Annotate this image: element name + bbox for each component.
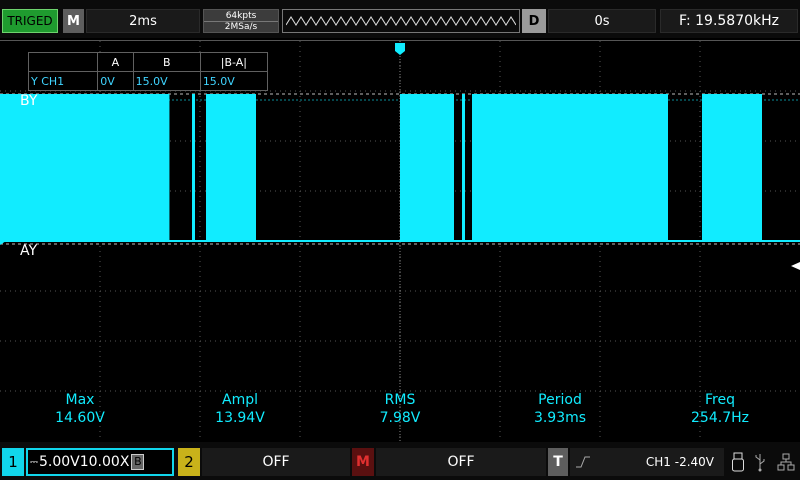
- measurement-ampl: Ampl 13.94V: [180, 391, 300, 427]
- cursor-header-b: B: [132, 52, 201, 72]
- cursor-b-label: BY: [20, 93, 38, 109]
- trigger-position-marker: [395, 43, 405, 55]
- waveform-display[interactable]: A B |B-A| Y CH1 0V 15.0V 15.0V BY AY Max…: [0, 40, 800, 441]
- ch1-settings[interactable]: ⎓ 5.00V 10.00X B: [26, 448, 174, 476]
- bandwidth-limit-icon: B: [131, 454, 145, 470]
- cursor-delta-value: 15.0V: [199, 71, 269, 91]
- network-icon: [776, 448, 796, 476]
- measurement-freq-value: 254.7Hz: [691, 410, 749, 426]
- measurement-period-name: Period: [538, 392, 582, 408]
- math-button[interactable]: M: [352, 448, 374, 476]
- trigger-settings[interactable]: CH1 -2.40V: [570, 448, 724, 476]
- acquire-mode-button[interactable]: M: [63, 9, 84, 33]
- cursor-header-a: A: [97, 52, 134, 72]
- cursor-a-value: 0V: [97, 71, 134, 91]
- measurement-period-value: 3.93ms: [533, 410, 587, 426]
- ch1-pulse-block: [0, 94, 170, 241]
- trigger-source-level: CH1 -2.40V: [645, 455, 714, 469]
- top-status-bar: TRIGED M 2ms 64kpts 2MSa/s D 0s F: 19.58…: [0, 0, 800, 38]
- cursor-readout-table: A B |B-A| Y CH1 0V 15.0V 15.0V: [27, 52, 269, 91]
- rising-edge-icon: [576, 456, 590, 468]
- measurement-ampl-value: 13.94V: [215, 410, 265, 426]
- memory-waveform-icon: [286, 16, 516, 26]
- cursor-header-empty: [27, 52, 99, 72]
- measurement-max-name: Max: [65, 392, 95, 408]
- cursor-b-value: 15.0V: [132, 71, 201, 91]
- cursor-header-delta: |B-A|: [199, 52, 269, 72]
- ch1-scale-value: 5.00V: [38, 454, 80, 470]
- trigger-status-badge: TRIGED: [2, 9, 58, 33]
- math-state[interactable]: OFF: [376, 448, 546, 476]
- dc-coupling-icon: ⎓: [30, 456, 38, 468]
- ch1-button[interactable]: 1: [2, 448, 24, 476]
- ch1-probe-value: 10.00X: [79, 454, 130, 470]
- measurement-period: Period 3.93ms: [500, 391, 620, 427]
- delay-button[interactable]: D: [522, 9, 546, 33]
- ch1-pulse-block: [206, 94, 256, 241]
- measurement-rms-name: RMS: [384, 392, 416, 408]
- timebase-value[interactable]: 2ms: [86, 9, 200, 33]
- ch1-pulse-spike: [192, 94, 195, 241]
- measurement-ampl-name: Ampl: [222, 392, 258, 408]
- ch1-pulse-block: [400, 94, 454, 241]
- usb-drive-icon: [730, 448, 746, 476]
- measurement-freq-name: Freq: [705, 392, 735, 408]
- measurement-rms: RMS 7.98V: [340, 391, 460, 427]
- graticule: [0, 41, 800, 441]
- measurement-max-value: 14.60V: [55, 410, 105, 426]
- ch1-pulse-block: [472, 94, 668, 241]
- trigger-button[interactable]: T: [548, 448, 568, 476]
- trigger-position-track[interactable]: [282, 9, 520, 33]
- ch2-button[interactable]: 2: [178, 448, 200, 476]
- measurement-max: Max 14.60V: [20, 391, 140, 427]
- cursor-row-label: Y CH1: [27, 71, 99, 91]
- usb-icon: [752, 448, 768, 476]
- measurement-freq: Freq 254.7Hz: [660, 391, 780, 427]
- measurement-rms-value: 7.98V: [379, 410, 421, 426]
- ch1-pulse-spike: [462, 94, 465, 241]
- memory-depth-indicator: 64kpts 2MSa/s: [203, 9, 279, 33]
- ch1-pulse-block: [702, 94, 762, 241]
- frequency-counter: F: 19.5870kHz: [660, 9, 798, 33]
- ch2-state[interactable]: OFF: [202, 448, 350, 476]
- memory-depth: 64kpts: [204, 11, 278, 22]
- trigger-level-marker: [791, 262, 800, 270]
- bottom-channel-bar: 1 ⎓ 5.00V 10.00X B 2 OFF M OFF T CH1 -2.…: [0, 442, 800, 480]
- delay-value[interactable]: 0s: [548, 9, 656, 33]
- sample-rate: 2MSa/s: [224, 21, 258, 32]
- cursor-a-label: AY: [20, 243, 38, 259]
